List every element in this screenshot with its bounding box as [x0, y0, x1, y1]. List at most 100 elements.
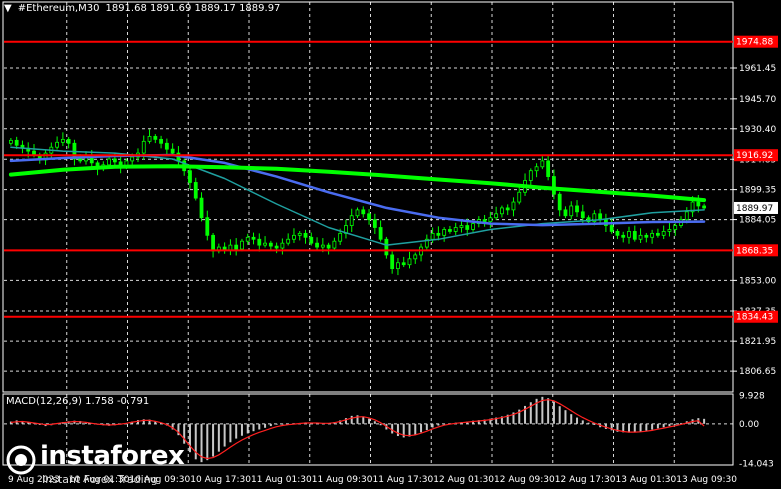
candle-body	[632, 231, 637, 240]
macd-bar	[558, 406, 561, 424]
x-tick-label: 11 Aug 17:30	[373, 475, 434, 485]
chart-canvas: 9 Aug 2023 10 Aug 01:30 10 Aug 09:30 10 Aug…	[2, 1, 778, 485]
candle-body	[297, 232, 302, 236]
candle-body	[372, 219, 377, 228]
macd-bar	[246, 423, 249, 434]
candle-body	[580, 211, 585, 219]
candle-body	[534, 166, 539, 172]
candle-body	[563, 209, 568, 217]
candle-body	[546, 160, 551, 177]
candle-body	[442, 229, 447, 236]
candle-body	[482, 219, 487, 223]
candle-body	[159, 138, 163, 144]
macd-bar	[269, 423, 272, 427]
candle-body	[240, 240, 244, 250]
macd-bar	[639, 423, 642, 432]
macd-bar	[379, 423, 382, 426]
candle-body	[153, 136, 158, 140]
macd-bar	[420, 423, 423, 433]
candle-body	[436, 232, 441, 236]
candle-body	[60, 138, 65, 143]
macd-bar	[633, 423, 636, 433]
candle-body	[205, 217, 210, 236]
candle-body	[309, 236, 314, 244]
x-tick-label: 12 Aug 01:30	[433, 475, 494, 485]
candle-body	[211, 234, 215, 252]
macd-values: 1.758 -0.791	[85, 396, 150, 407]
candle-body	[684, 211, 689, 221]
candle-body	[407, 258, 412, 266]
candle-body	[465, 225, 470, 230]
candle-body	[367, 213, 371, 221]
macd-bar	[235, 423, 238, 439]
macd-bar	[252, 423, 255, 432]
candle-body	[257, 238, 262, 246]
y-tick-label: 1961.45	[739, 64, 776, 74]
level-label: 1834.43	[736, 313, 773, 323]
x-tick-label: 11 Aug 09:30	[312, 475, 373, 485]
candle-body	[575, 205, 579, 213]
macd-y-tick-label: 0.00	[739, 420, 759, 430]
candle-body	[396, 262, 400, 270]
y-tick-label: 1853.00	[739, 276, 776, 286]
candle-body	[286, 238, 291, 244]
candle-body	[627, 231, 631, 238]
candle-body	[130, 156, 135, 162]
candle-body	[453, 227, 458, 232]
candle-body	[378, 227, 383, 240]
candle-body	[234, 244, 239, 250]
x-tick-label: 13 Aug 01:30	[616, 475, 677, 485]
macd-bar	[373, 421, 376, 424]
macd-bar	[656, 423, 659, 429]
macd-bar	[651, 423, 654, 430]
x-tick-label: 12 Aug 09:30	[494, 475, 555, 485]
macd-bar	[350, 415, 353, 424]
chart-header: ▼ #Ethereum,M30 1891.68 1891.69 1889.17 18…	[4, 3, 286, 14]
candle-body	[488, 217, 493, 223]
x-tick-label: 12 Aug 17:30	[555, 475, 616, 485]
macd-bar	[437, 423, 440, 426]
dropdown-triangle-icon[interactable]: ▼	[4, 3, 12, 14]
candle-body	[332, 240, 337, 249]
macd-bar	[396, 423, 399, 437]
candle-body	[696, 201, 701, 207]
candle-body	[650, 232, 655, 238]
candle-body	[517, 191, 522, 203]
candle-body	[430, 232, 435, 240]
chart-window: 9 Aug 2023 10 Aug 01:30 10 Aug 09:30 10 Aug…	[0, 0, 781, 489]
macd-bar	[552, 401, 555, 424]
level-label: 1974.88	[736, 38, 773, 48]
macd-header: MACD(12,26,9) 1.758 -0.791	[6, 396, 149, 407]
macd-bar	[362, 416, 365, 424]
candle-body	[471, 223, 475, 230]
candle-body	[569, 205, 574, 217]
macd-bar	[408, 423, 411, 437]
candle-body	[401, 262, 406, 266]
y-tick-label: 1899.35	[739, 186, 776, 196]
macd-bar	[587, 422, 590, 424]
macd-bar	[275, 423, 278, 425]
candle-body	[448, 229, 452, 232]
candle-body	[615, 231, 620, 236]
macd-bar	[240, 423, 243, 436]
level-label: 1868.35	[736, 246, 773, 256]
candle-body	[511, 201, 516, 211]
candle-body	[702, 205, 707, 209]
candle-body	[638, 234, 643, 240]
macd-bar	[703, 418, 706, 424]
candle-body	[141, 140, 146, 154]
y-tick-label: 1806.65	[739, 367, 776, 377]
x-tick-label: 13 Aug 09:30	[676, 475, 737, 485]
candle-body	[609, 225, 614, 232]
y-tick-label: 1884.05	[739, 216, 776, 226]
y-tick-label: 1930.40	[739, 125, 776, 135]
candle-body	[193, 182, 198, 199]
candle-body	[274, 245, 279, 249]
candle-body	[413, 254, 418, 260]
macd-bar	[674, 423, 677, 425]
x-tick-label: 11 Aug 01:30	[251, 475, 312, 485]
macd-bar	[628, 423, 631, 433]
candle-body	[500, 207, 504, 215]
candle-body	[78, 158, 83, 162]
macd-bar	[391, 423, 394, 434]
